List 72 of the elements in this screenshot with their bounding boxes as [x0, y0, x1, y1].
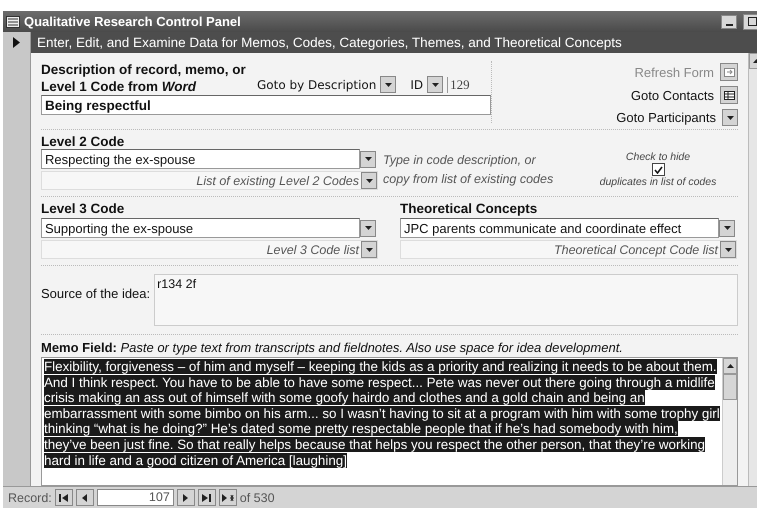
table-icon	[724, 90, 734, 100]
dropdown-button[interactable]	[360, 220, 376, 236]
window-title: Qualitative Research Control Panel	[24, 14, 242, 29]
caret-icon	[724, 226, 730, 230]
caret-icon	[724, 248, 732, 252]
caret-icon	[432, 82, 439, 86]
caret-icon	[726, 116, 734, 120]
next-record-button[interactable]	[176, 489, 195, 506]
combo-field[interactable]: JPC parents communicate and coordinate effect	[400, 218, 719, 238]
hint-text: copy from list of existing codes	[383, 171, 554, 188]
first-record-icon	[59, 494, 68, 502]
list-label: Theoretical Concept Code list	[554, 242, 718, 256]
memo-text: Flexibility, forgiveness – of him and myself – keeping the kids as a priority and realizing it needs to be about them. And I think respect. You have to be able to have some respect... Pete was never out there going through a midlife crisis making an ass out of himself with some goofy hairdo and clothes and a gold chain and being an embarrassment with some bimbo on his arm... so I wasn’t having to sit at a program with him with some trophy girl thinking “what is he doing?” He’s dated some pretty respectable people that if he’s had somebody with him, they’ve been just fine. So that really helps because that helps you respect the other person, that they’re working hard in life and a good citizen of America [laughing]	[44, 359, 720, 468]
scroll-thumb[interactable]	[723, 374, 737, 400]
field-label: Goto by Description	[257, 78, 376, 92]
current-record-icon	[13, 36, 20, 48]
minimize-button[interactable]	[721, 14, 737, 28]
list-label: List of existing Level 2 Codes	[196, 174, 359, 188]
field-label: Source of the idea:	[41, 285, 150, 303]
field-label: Theoretical Concepts	[400, 201, 538, 216]
field-label: ID	[410, 78, 424, 92]
dropdown-button[interactable]	[361, 172, 377, 189]
dropdown-button[interactable]	[719, 220, 735, 236]
dropdown-button[interactable]	[380, 76, 396, 93]
maximize-button[interactable]	[743, 14, 757, 30]
checkbox-label: Check to hide	[626, 151, 690, 163]
new-record-button[interactable]	[218, 489, 237, 506]
last-record-icon	[202, 494, 212, 502]
caret-icon	[364, 226, 372, 230]
participants-dropdown[interactable]	[722, 109, 738, 126]
combo-field[interactable]: Respecting the ex-spouse	[41, 149, 360, 169]
button-label: Goto Participants	[616, 110, 716, 125]
record-number-field[interactable]: 107	[96, 489, 174, 506]
minimize-icon	[726, 24, 732, 26]
dropdown-button[interactable]	[361, 241, 377, 258]
new-record-icon	[222, 494, 234, 502]
hint-text: Type in code description, or	[383, 152, 537, 169]
id-value: 129	[447, 76, 470, 92]
memo-field[interactable]	[41, 357, 738, 486]
maximize-icon	[748, 17, 756, 26]
next-record-icon	[181, 494, 190, 502]
last-record-button[interactable]	[198, 489, 216, 506]
memo-label: Memo Field: Paste or type text from transcripts and fieldnotes. Also use space for idea development.	[41, 339, 624, 357]
checkmark-icon	[654, 166, 662, 174]
contacts-button[interactable]	[720, 86, 738, 104]
combo-field[interactable]: Supporting the ex-spouse	[41, 218, 360, 238]
list-label: Level 3 Code list	[266, 242, 359, 256]
field-label: Level 3 Code	[41, 201, 126, 216]
caret-icon	[366, 178, 372, 182]
dropdown-button[interactable]	[427, 76, 444, 93]
source-field[interactable]: r134 2f	[154, 274, 738, 326]
caret-icon	[366, 248, 372, 252]
caret-icon	[384, 82, 392, 86]
dropdown-button[interactable]	[720, 241, 736, 258]
button-label: Refresh Form	[634, 64, 714, 80]
record-count: of 530	[240, 490, 275, 504]
dropdown-button[interactable]	[360, 150, 376, 168]
first-record-button[interactable]	[54, 489, 73, 506]
field-label: Description of record, memo, or	[41, 61, 247, 78]
form-header: Enter, Edit, and Examine Data for Memos, Codes, Categories, Themes, and Theoretical Concepts	[31, 32, 757, 53]
previous-record-button[interactable]	[76, 489, 94, 506]
description-field[interactable]: Being respectful	[41, 95, 491, 115]
caret-icon	[364, 157, 372, 161]
record-label: Record:	[8, 490, 52, 504]
field-label: Level 2 Code	[41, 134, 126, 149]
button-label: Goto Contacts	[630, 88, 714, 102]
previous-record-icon	[80, 494, 90, 502]
checkbox[interactable]	[652, 163, 664, 176]
scrollbar[interactable]	[722, 358, 737, 485]
checkbox-label: duplicates in list of codes	[600, 176, 716, 188]
field-label: Level 1 Code from Word	[41, 78, 198, 95]
scroll-up-icon	[726, 364, 734, 368]
